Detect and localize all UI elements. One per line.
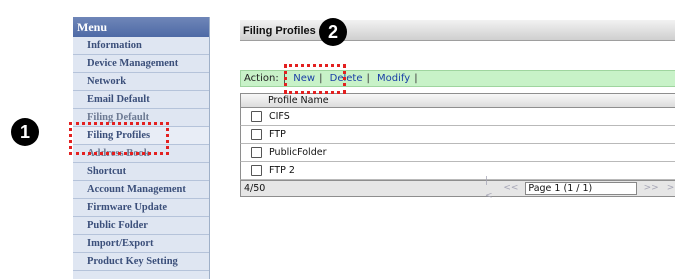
step-marker-1: ❶1	[11, 118, 39, 146]
table-footer: 4/50 |< << Page 1 (1 / 1) >> >|	[240, 176, 675, 201]
table-row[interactable]: FTP 2	[240, 162, 675, 180]
highlight-new-button	[284, 64, 346, 94]
record-count: 4/50	[244, 183, 266, 194]
profile-name-cell: FTP 2	[269, 165, 295, 176]
table-row[interactable]: PublicFolder	[240, 144, 675, 162]
highlight-filing-profiles	[69, 122, 169, 155]
table-row[interactable]: CIFS	[240, 108, 675, 126]
last-page-button[interactable]: >|	[663, 181, 675, 196]
column-header-profile-name[interactable]: Profile Name	[240, 93, 675, 108]
first-page-button[interactable]: |<	[481, 174, 499, 204]
menu-header: Menu	[73, 17, 209, 37]
prev-page-button[interactable]: <<	[499, 181, 522, 196]
profile-name-cell: CIFS	[269, 111, 290, 122]
sidebar-item-shortcut[interactable]: Shortcut	[73, 163, 209, 181]
action-label: Action:	[244, 73, 279, 84]
sidebar-item-information[interactable]: Information	[73, 37, 209, 55]
page-title: Filing Profiles	[240, 20, 675, 41]
sidebar-item-public-folder[interactable]: Public Folder	[73, 217, 209, 235]
profile-name-cell: PublicFolder	[269, 147, 327, 158]
modify-button[interactable]: Modify	[377, 73, 410, 84]
pagination: |< << Page 1 (1 / 1) >> >|	[481, 176, 675, 201]
profile-name-cell: FTP	[269, 129, 286, 140]
page-select[interactable]: Page 1 (1 / 1)	[525, 182, 637, 195]
step-marker-2: ❷2	[319, 18, 347, 46]
sidebar-item-device-management[interactable]: Device Management	[73, 55, 209, 73]
row-checkbox[interactable]	[251, 111, 262, 122]
row-checkbox[interactable]	[251, 165, 262, 176]
sidebar-item-network[interactable]: Network	[73, 73, 209, 91]
row-checkbox[interactable]	[251, 147, 262, 158]
table-row[interactable]: FTP	[240, 126, 675, 144]
sidebar-item-firmware-update[interactable]: Firmware Update	[73, 199, 209, 217]
sidebar-item-product-key-setting[interactable]: Product Key Setting	[73, 253, 209, 271]
sidebar-item-import-export[interactable]: Import/Export	[73, 235, 209, 253]
next-page-button[interactable]: >>	[640, 181, 663, 196]
profiles-table: Profile Name CIFS FTP PublicFolder FTP 2…	[240, 93, 675, 201]
separator: |	[414, 73, 418, 84]
separator: |	[366, 73, 370, 84]
sidebar-item-account-management[interactable]: Account Management	[73, 181, 209, 199]
sidebar-item-email-default[interactable]: Email Default	[73, 91, 209, 109]
row-checkbox[interactable]	[251, 129, 262, 140]
